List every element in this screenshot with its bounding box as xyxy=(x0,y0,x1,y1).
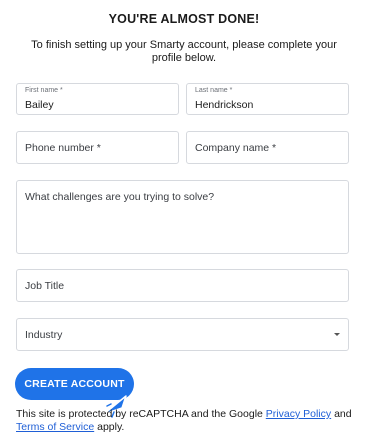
company-name-field[interactable]: Company name * xyxy=(186,131,349,164)
last-name-label: Last name * xyxy=(195,87,233,94)
legal-prefix: This site is protected by reCAPTCHA and … xyxy=(16,408,266,420)
recaptcha-notice: This site is protected by reCAPTCHA and … xyxy=(16,408,356,434)
challenges-placeholder: What challenges are you trying to solve? xyxy=(25,191,215,203)
challenges-textarea[interactable]: What challenges are you trying to solve? xyxy=(16,180,349,254)
terms-of-service-link[interactable]: Terms of Service xyxy=(16,421,94,433)
first-name-label: First name * xyxy=(25,87,63,94)
last-name-value: Hendrickson xyxy=(195,99,254,111)
last-name-field[interactable]: Last name * Hendrickson xyxy=(186,83,349,115)
industry-select[interactable]: Industry xyxy=(16,318,349,351)
first-name-field[interactable]: First name * Bailey xyxy=(16,83,179,115)
privacy-policy-link[interactable]: Privacy Policy xyxy=(266,408,331,420)
job-title-field[interactable]: Job Title xyxy=(16,269,349,302)
job-title-placeholder: Job Title xyxy=(25,280,65,292)
legal-suffix: apply. xyxy=(94,421,125,433)
chevron-down-icon xyxy=(334,333,340,336)
legal-middle: and xyxy=(331,408,352,420)
page-heading: YOU'RE ALMOST DONE! xyxy=(108,12,260,26)
first-name-value: Bailey xyxy=(25,99,54,111)
industry-placeholder: Industry xyxy=(25,329,63,341)
company-name-placeholder: Company name * xyxy=(195,142,277,154)
phone-number-field[interactable]: Phone number * xyxy=(16,131,179,164)
phone-number-placeholder: Phone number * xyxy=(25,142,101,154)
page-subtitle: To finish setting up your Smarty account… xyxy=(31,39,337,64)
